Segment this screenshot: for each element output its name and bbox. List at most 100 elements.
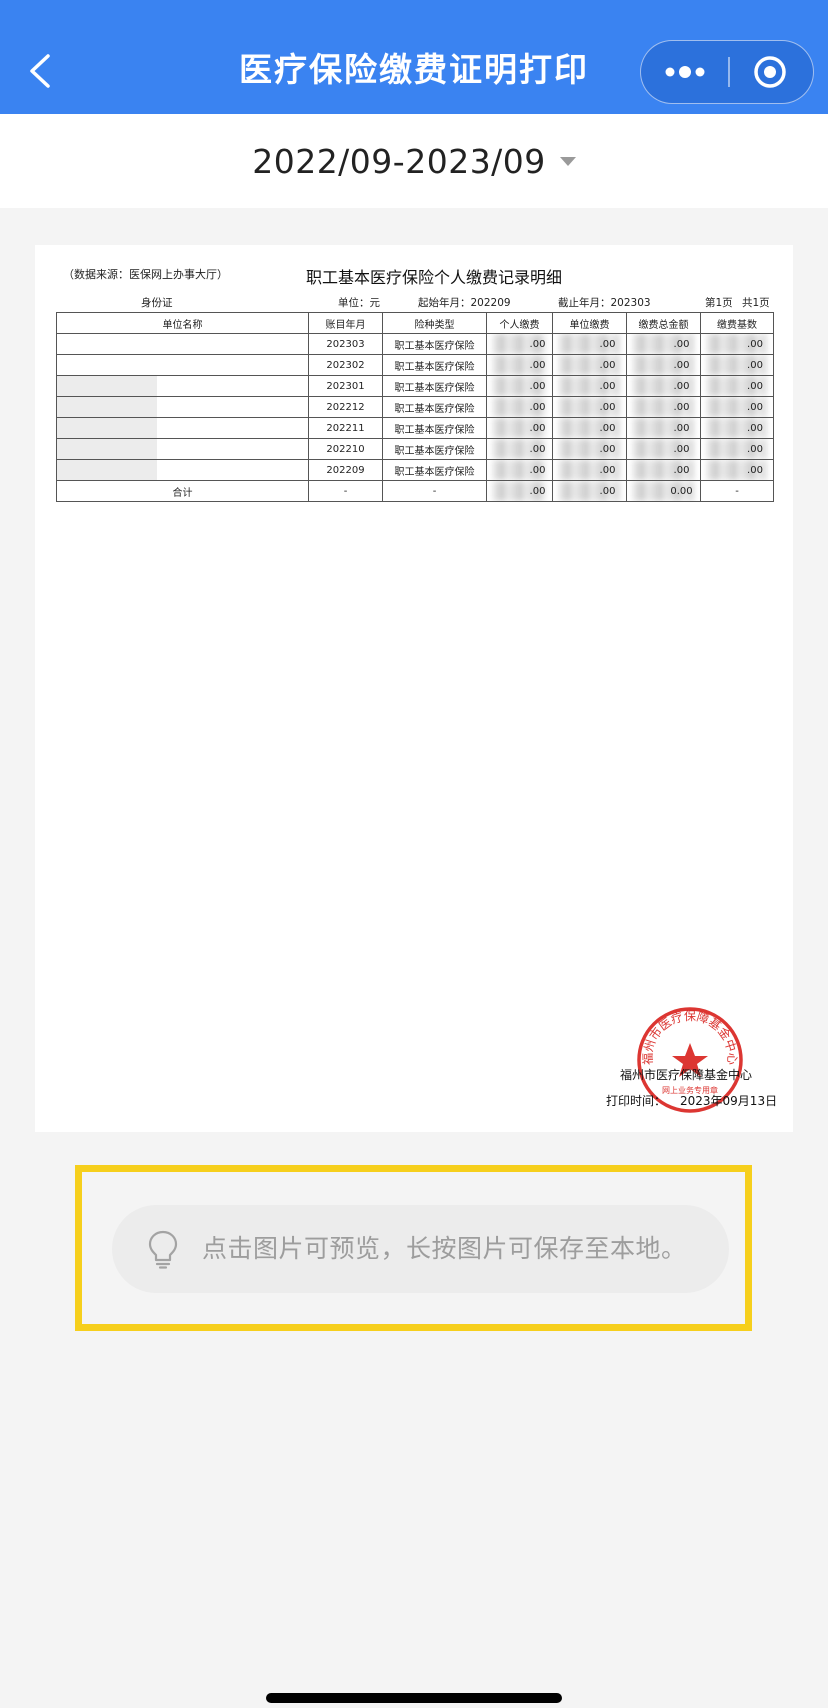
base-amount-value: .00 — [747, 359, 763, 371]
lightbulb-icon — [148, 1230, 178, 1269]
column-header: 单位缴费 — [552, 312, 627, 334]
insurance-type-cell: 职工基本医疗保险 — [382, 333, 487, 355]
column-header: 个人缴费 — [486, 312, 553, 334]
base-amount-cell: .00 — [700, 417, 774, 439]
total-amount-cell: 0.00 — [626, 480, 701, 502]
total-amount-value: .00 — [673, 359, 690, 371]
table-total-row: 合计 - - .00.00 0.00- — [56, 480, 774, 502]
personal-amount-value: .00 — [529, 443, 546, 455]
tip-banner: 点击图片可预览，长按图片可保存至本地。 — [112, 1205, 729, 1293]
base-amount-cell: .00 — [700, 333, 774, 355]
total-amount-cell: .00 — [626, 417, 701, 439]
redacted-unit-name — [57, 460, 157, 480]
column-header: 缴费总金额 — [626, 312, 701, 334]
insurance-type-cell: 职工基本医疗保险 — [382, 459, 487, 481]
base-amount-cell: .00 — [700, 396, 774, 418]
doc-start-label: 起始年月：202209 — [418, 297, 511, 309]
personal-amount-value: .00 — [529, 338, 546, 350]
doc-unit-label: 单位：元 — [338, 297, 380, 309]
personal-amount-value: .00 — [529, 422, 546, 434]
total-amount-cell: .00 — [626, 459, 701, 481]
target-close-icon — [754, 56, 786, 88]
insurance-type-cell: 职工基本医疗保险 — [382, 375, 487, 397]
unit-amount-value: .00 — [599, 443, 616, 455]
personal-amount-value: .00 — [529, 401, 546, 413]
insurance-type-cell: 职工基本医疗保险 — [382, 396, 487, 418]
personal-amount-value: .00 — [529, 359, 546, 371]
unit-name-cell — [56, 417, 309, 439]
base-amount-cell: - — [700, 480, 774, 502]
tip-highlight-frame: 点击图片可预览，长按图片可保存至本地。 — [75, 1165, 752, 1331]
personal-amount-value: .00 — [529, 464, 546, 476]
redacted-unit-name — [57, 418, 157, 438]
base-amount-cell: .00 — [700, 438, 774, 460]
base-amount-value: .00 — [747, 464, 763, 476]
month-cell: 202209 — [308, 459, 383, 481]
unit-name-cell — [56, 396, 309, 418]
base-amount-cell: .00 — [700, 375, 774, 397]
total-amount-value: .00 — [673, 443, 690, 455]
certificate-image[interactable]: （数据来源：医保网上办事大厅） 职工基本医疗保险个人缴费记录明细 身份证 单位：… — [35, 245, 793, 1132]
month-cell: 202212 — [308, 396, 383, 418]
doc-id-label: 身份证 — [141, 297, 173, 309]
stamp-org: 福州市医疗保障基金中心 — [620, 1068, 753, 1082]
base-amount-value: .00 — [747, 422, 763, 434]
month-cell: - — [308, 480, 383, 502]
unit-name-cell — [56, 375, 309, 397]
more-button[interactable] — [641, 41, 727, 102]
personal-amount-cell: .00 — [486, 396, 553, 418]
unit-amount-value: .00 — [599, 380, 616, 392]
date-range-picker[interactable]: 2022/09-2023/09 — [0, 114, 828, 208]
nav-header: 医疗保险缴费证明打印 — [0, 0, 828, 114]
doc-page-label: 第1页 — [705, 297, 733, 309]
total-amount-value: 0.00 — [670, 485, 693, 497]
unit-amount-cell: .00 — [552, 396, 627, 418]
column-header: 账目年月 — [308, 312, 383, 334]
unit-amount-cell: .00 — [552, 375, 627, 397]
mini-program-capsule — [640, 40, 814, 104]
base-amount-cell: .00 — [700, 354, 774, 376]
table-row: 202301 职工基本医疗保险 .00 .00 .00 .00 — [56, 375, 774, 397]
column-header: 单位名称 — [56, 312, 309, 334]
table-row: 202303 职工基本医疗保险 .00 .00 .00 .00 — [56, 333, 774, 355]
unit-name-cell — [56, 333, 309, 355]
insurance-type-cell: 职工基本医疗保险 — [382, 417, 487, 439]
personal-amount-cell: .00 — [486, 459, 553, 481]
base-amount-cell: .00 — [700, 459, 774, 481]
unit-name-cell — [56, 438, 309, 460]
column-header: 缴费基数 — [700, 312, 774, 334]
insurance-type-cell: 职工基本医疗保险 — [382, 438, 487, 460]
personal-amount-cell: .00 — [486, 375, 553, 397]
unit-amount-value: .00 — [599, 422, 616, 434]
month-cell: 202211 — [308, 417, 383, 439]
table-row: 202212 职工基本医疗保险 .00 .00 .00 .00 — [56, 396, 774, 418]
base-amount-value: .00 — [747, 380, 763, 392]
table-header-row: 单位名称 账目年月 险种类型 个人缴费 单位缴费 缴费总金额 缴费基数 — [56, 312, 774, 334]
table-row: 202210 职工基本医疗保险 .00 .00 .00 .00 — [56, 438, 774, 460]
print-time-label: 打印时间： — [606, 1094, 667, 1108]
month-cell: 202303 — [308, 333, 383, 355]
redacted-unit-name — [57, 439, 157, 459]
total-amount-cell: .00 — [626, 375, 701, 397]
unit-amount-cell: .00 — [552, 417, 627, 439]
unit-name-cell — [56, 459, 309, 481]
unit-amount-value: .00 — [599, 485, 616, 497]
month-cell: 202210 — [308, 438, 383, 460]
insurance-type-cell: 职工基本医疗保险 — [382, 354, 487, 376]
table-row: 202209 职工基本医疗保险 .00 .00 .00 .00 — [56, 459, 774, 481]
personal-amount-value: .00 — [529, 380, 546, 392]
base-amount-value: .00 — [747, 443, 763, 455]
base-amount-value: .00 — [747, 401, 763, 413]
redacted-unit-name — [57, 376, 157, 396]
close-button[interactable] — [729, 41, 813, 102]
doc-total-pages-label: 共1页 — [742, 297, 770, 309]
print-time: 2023年09月13日 — [680, 1094, 778, 1108]
total-amount-cell: .00 — [626, 438, 701, 460]
total-amount-value: .00 — [673, 338, 690, 350]
total-amount-value: .00 — [673, 401, 690, 413]
payment-table: 单位名称 账目年月 险种类型 个人缴费 单位缴费 缴费总金额 缴费基数 2023… — [56, 312, 774, 502]
table-row: 202302 职工基本医疗保险 .00 .00 .00 .00 — [56, 354, 774, 376]
unit-amount-value: .00 — [599, 464, 616, 476]
month-cell: 202301 — [308, 375, 383, 397]
doc-end-label: 截止年月：202303 — [558, 297, 651, 309]
